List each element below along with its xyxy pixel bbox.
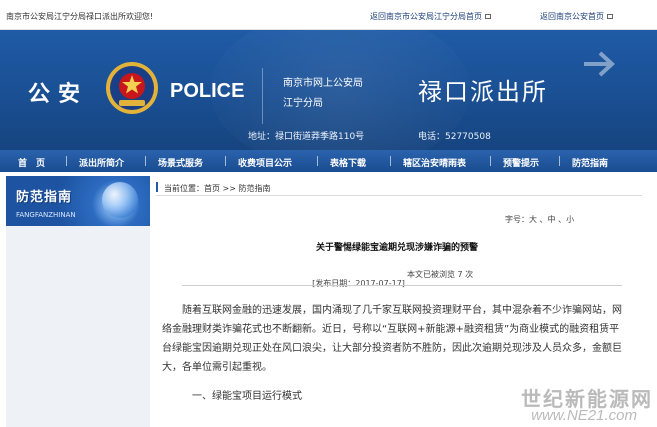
watermark-site-url: www.NE21.com [531, 407, 637, 424]
breadcrumb-text[interactable]: 当前位置：首页 >> 防范指南 [164, 183, 271, 194]
station-address: 地址：禄口街道莽季路110号 [248, 132, 365, 142]
banner-gongan-text: 公安 [28, 81, 89, 107]
nav-forms-download[interactable]: 表格下载 [330, 156, 366, 169]
globe-icon [102, 182, 138, 218]
publish-date: [发布日期：2017-07-17] [312, 279, 405, 288]
police-emblem-icon [106, 62, 158, 114]
sidebar-header: 防范指南 FANGFANZHINAN [6, 176, 150, 226]
nav-separator [317, 156, 318, 166]
sidebar-title: 防范指南 [16, 190, 73, 205]
station-name: 禄口派出所 [418, 78, 548, 106]
nav-home[interactable]: 首 页 [18, 156, 45, 169]
sidebar: 防范指南 FANGFANZHINAN [6, 176, 150, 427]
window-icon [607, 14, 613, 19]
link-fenju-home[interactable]: 返回南京市公安局江宁分局首页 [370, 11, 491, 22]
site-banner: 公安 POLICE 南京市网上公安局 江宁分局 禄口派出所 地址：禄口街道莽季路… [0, 30, 657, 150]
nav-separator [66, 156, 67, 166]
banner-police-text: POLICE [170, 80, 245, 102]
article-paragraph: 随着互联网金融的迅速发展，国内涌现了几千家互联网投资理财平台，其中混杂着不少诈骗… [162, 305, 622, 373]
font-size-switcher[interactable]: 字号：大 、中 、小 [505, 214, 574, 225]
breadcrumb-marker [156, 182, 158, 192]
arrow-right-icon [584, 51, 615, 77]
nav-separator [225, 156, 226, 166]
nav-fees[interactable]: 收费项目公示 [238, 156, 292, 169]
nav-station-intro[interactable]: 派出所简介 [79, 156, 124, 169]
nav-separator [490, 156, 491, 166]
nav-scene-service[interactable]: 场景式服务 [158, 156, 203, 169]
main-nav: 首 页 派出所简介 场景式服务 收费项目公示 表格下载 辖区治安晴雨表 预警提示… [0, 150, 657, 172]
link-nanjing-police-home[interactable]: 返回南京公安首页 [540, 11, 613, 22]
banner-divider [262, 68, 263, 124]
welcome-text: 南京市公安局江宁分局禄口派出所欢迎您! [6, 12, 154, 21]
nav-security-barometer[interactable]: 辖区治安晴雨表 [403, 156, 466, 169]
article-divider [182, 285, 622, 286]
org-name-line1: 南京市网上公安局 [283, 78, 363, 89]
org-name-line2: 江宁分局 [283, 98, 323, 109]
window-icon [485, 14, 491, 19]
article-subheading: 一、绿能宝项目运行模式 [192, 391, 302, 402]
nav-separator [559, 156, 560, 166]
view-count: 本文已被浏览 7 次 [407, 270, 474, 279]
top-bar: 南京市公安局江宁分局禄口派出所欢迎您! 返回南京市公安局江宁分局首页 返回南京公… [0, 0, 657, 30]
station-phone: 电话：52770508 [418, 132, 491, 142]
nav-separator [390, 156, 391, 166]
nav-prevention-guide[interactable]: 防范指南 [572, 156, 608, 169]
sidebar-pinyin: FANGFANZHINAN [16, 211, 76, 219]
article-title: 关于警惕绿能宝逾期兑现涉嫌诈骗的预警 [315, 243, 478, 253]
nav-alerts[interactable]: 预警提示 [503, 156, 539, 169]
breadcrumb: 当前位置：首页 >> 防范指南 [156, 180, 642, 196]
nav-separator [145, 156, 146, 166]
